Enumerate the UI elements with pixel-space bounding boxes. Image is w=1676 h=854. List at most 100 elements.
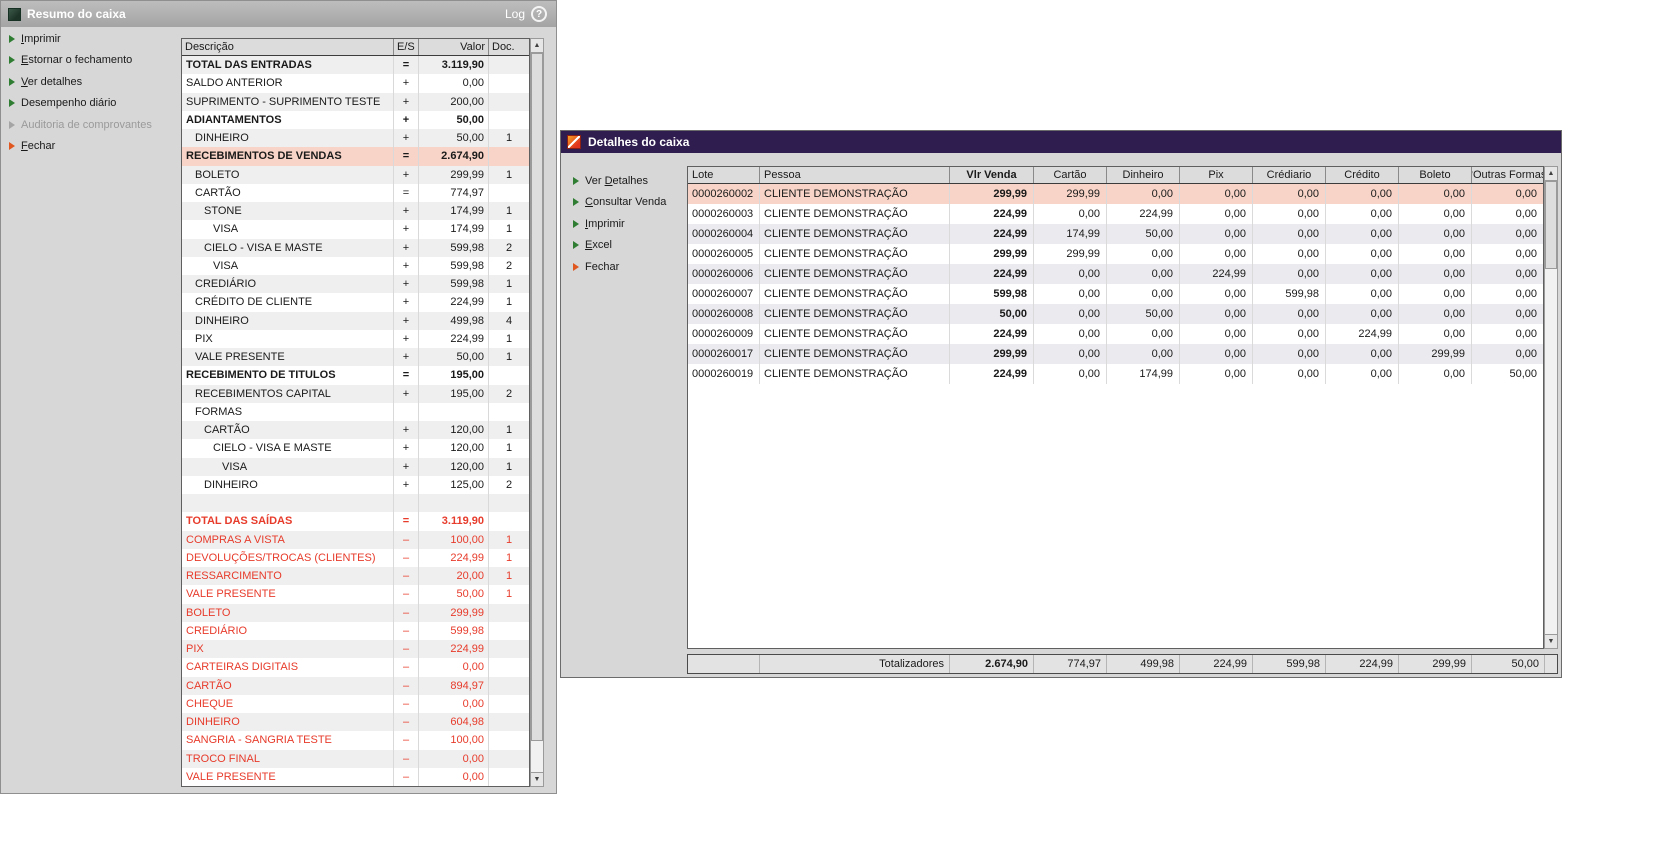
table-row[interactable]: DEVOLUÇÕES/TROCAS (CLIENTES) –224,99 1 [182,548,529,567]
table-row[interactable]: CIELO - VISA E MASTE +120,00 1 [182,439,529,458]
table-row[interactable]: DINHEIRO +50,00 1 [182,129,529,148]
cell-valor: 224,99 [419,329,489,348]
resumo-scrollbar[interactable]: ▲ ▼ [530,38,544,787]
cell-descricao: TROCO FINAL [182,749,394,768]
table-row[interactable]: DINHEIRO –604,98 [182,713,529,732]
menu-item-auditoria-de-comprovantes[interactable]: Auditoria de comprovantes [9,114,177,136]
table-row[interactable]: CARTÃO = 774,97 [182,183,529,202]
table-row[interactable]: 0000260003 CLIENTE DEMONSTRAÇÃO 224,99 0,00… [688,204,1543,224]
cell-es: – [394,548,419,567]
table-row[interactable]: 0000260007 CLIENTE DEMONSTRAÇÃO 599,98 0,00… [688,284,1543,304]
cell-value: 50,00 [1107,224,1180,244]
table-row[interactable]: 0000260002 CLIENTE DEMONSTRAÇÃO 299,99 299,… [688,184,1543,204]
table-row[interactable]: SALDO ANTERIOR +0,00 [182,74,529,93]
resumo-table-header: Descrição E/S Valor Doc. [182,39,529,56]
table-row[interactable]: PIX –224,99 [182,640,529,659]
table-row[interactable]: TOTAL DAS SAÍDAS = 3.119,90 [182,512,529,531]
table-row[interactable]: 0000260004 CLIENTE DEMONSTRAÇÃO 224,99 174,… [688,224,1543,244]
cell-value: 0,00 [1180,224,1253,244]
detalhes-scrollbar[interactable]: ▲ ▼ [1544,166,1558,649]
resumo-titlebar[interactable]: Resumo do caixa Log ? [1,1,556,27]
table-row[interactable]: CIELO - VISA E MASTE +599,98 2 [182,238,529,257]
totals-pix: 224,99 [1180,655,1253,673]
table-row[interactable]: 0000260017 CLIENTE DEMONSTRAÇÃO 299,99 0,00… [688,344,1543,364]
menu-arrow-icon [573,241,579,250]
table-row[interactable]: CREDIÁRIO –599,98 [182,621,529,640]
menu-item-fechar[interactable]: Fechar [573,256,683,278]
log-button[interactable]: Log [505,7,525,21]
table-row[interactable]: 0000260008 CLIENTE DEMONSTRAÇÃO 50,00 0,00 5… [688,304,1543,324]
table-row[interactable]: FORMAS [182,402,529,421]
cell-value: 0,00 [1326,284,1399,304]
table-row[interactable]: 0000260005 CLIENTE DEMONSTRAÇÃO 299,99 299,… [688,244,1543,264]
help-icon[interactable]: ? [531,6,547,22]
table-row[interactable]: 0000260019 CLIENTE DEMONSTRAÇÃO 224,99 0,00… [688,364,1543,384]
table-row[interactable]: RECEBIMENTO DE TITULOS = 195,00 [182,366,529,385]
menu-item-label: Consultar Venda [585,196,667,209]
cell-pessoa: CLIENTE DEMONSTRAÇÃO [760,244,950,264]
table-row[interactable]: VALE PRESENTE +50,00 1 [182,348,529,367]
cell-doc [489,713,529,731]
table-row[interactable]: CARTÃO –894,97 [182,676,529,695]
menu-item-excel[interactable]: Excel [573,235,683,257]
menu-item-desempenho-diario[interactable]: Desempenho diário [9,93,177,115]
table-row[interactable]: BOLETO –299,99 [182,603,529,622]
cell-es: – [394,640,419,659]
menu-item-consultar-venda[interactable]: Consultar Venda [573,192,683,214]
cell-es: = [394,147,419,166]
table-row[interactable]: CREDIÁRIO +599,98 1 [182,275,529,294]
table-row[interactable]: CRÉDITO DE CLIENTE +224,99 1 [182,293,529,312]
table-row[interactable]: VISA +174,99 1 [182,220,529,239]
cell-doc: 1 [505,168,513,181]
cell-descricao: CREDIÁRIO [182,621,394,640]
cell-lote: 0000260004 [688,224,760,244]
table-row[interactable]: 0000260006 CLIENTE DEMONSTRAÇÃO 224,99 0,00… [688,264,1543,284]
scroll-up-icon[interactable]: ▲ [1545,167,1557,181]
table-row[interactable]: BOLETO +299,99 1 [182,165,529,184]
table-row[interactable]: ADIANTAMENTOS +50,00 [182,110,529,129]
table-row[interactable]: DINHEIRO +499,98 4 [182,311,529,330]
table-row[interactable]: COMPRAS A VISTA –100,00 1 [182,530,529,549]
menu-item-estornar-o-fechamento[interactable]: Estornar o fechamento [9,50,177,72]
table-row[interactable]: VALE PRESENTE –50,00 1 [182,585,529,604]
cell-valor: 125,00 [419,475,489,494]
table-row[interactable] [182,494,529,513]
menu-item-fechar[interactable]: Fechar [9,136,177,158]
detalhes-titlebar[interactable]: Detalhes do caixa [561,131,1561,153]
scroll-down-icon[interactable]: ▼ [531,772,543,786]
table-row[interactable]: 0000260009 CLIENTE DEMONSTRAÇÃO 224,99 0,00… [688,324,1543,344]
cell-value: 0,00 [1326,184,1399,204]
table-row[interactable]: DINHEIRO +125,00 2 [182,475,529,494]
cell-lote: 0000260007 [688,284,760,304]
table-row[interactable]: SANGRIA - SANGRIA TESTE –100,00 [182,731,529,750]
table-row[interactable]: TROCO FINAL –0,00 [182,749,529,768]
table-row[interactable]: PIX +224,99 1 [182,329,529,348]
cell-doc: 1 [505,442,513,455]
table-row[interactable]: CHEQUE –0,00 [182,694,529,713]
table-row[interactable]: SUPRIMENTO - SUPRIMENTO TESTE +200,00 [182,92,529,111]
table-row[interactable]: STONE +174,99 1 [182,202,529,221]
table-row[interactable]: RESSARCIMENTO –20,00 1 [182,567,529,586]
table-row[interactable]: VISA +120,00 1 [182,457,529,476]
table-row[interactable]: CARTÃO +120,00 1 [182,421,529,440]
table-row[interactable]: TOTAL DAS ENTRADAS = 3.119,90 [182,56,529,75]
cell-valor: 3.119,90 [419,56,489,75]
table-row[interactable]: VALE PRESENTE –0,00 [182,767,529,786]
scroll-up-icon[interactable]: ▲ [531,39,543,53]
cell-value: 0,00 [1034,304,1107,324]
cell-es: – [394,567,419,586]
cell-es: + [394,238,419,257]
window-title: Resumo do caixa [27,7,126,21]
table-row[interactable]: RECEBIMENTOS CAPITAL +195,00 2 [182,384,529,403]
table-row[interactable]: RECEBIMENTOS DE VENDAS = 2.674,90 [182,147,529,166]
scroll-down-icon[interactable]: ▼ [1545,634,1557,648]
scrollbar-thumb[interactable] [531,53,543,741]
table-row[interactable]: CARTEIRAS DIGITAIS –0,00 [182,658,529,677]
table-row[interactable]: VISA +599,98 2 [182,256,529,275]
scrollbar-thumb[interactable] [1545,181,1557,269]
menu-item-imprimir[interactable]: Imprimir [573,213,683,235]
menu-item-ver-detalhes[interactable]: Ver Detalhes [573,170,683,192]
cell-doc [489,93,529,111]
menu-item-imprimir[interactable]: Imprimir [9,28,177,50]
menu-item-ver-detalhes[interactable]: Ver detalhes [9,71,177,93]
